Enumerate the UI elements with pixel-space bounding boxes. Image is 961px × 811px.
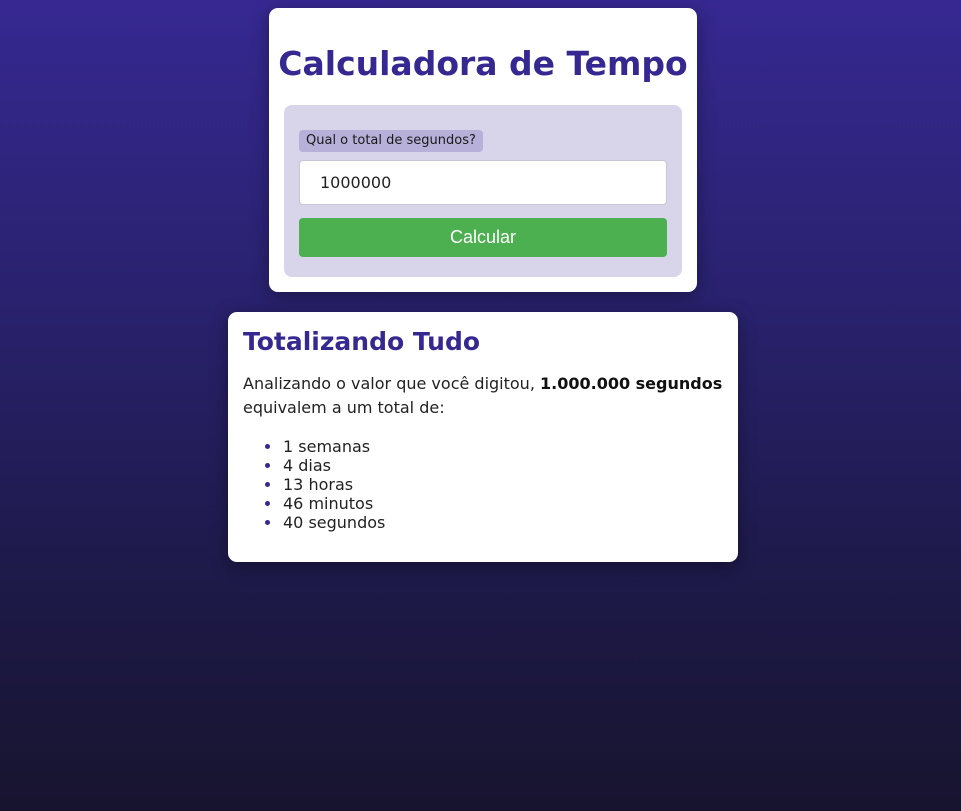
calculate-button[interactable]: Calcular	[299, 218, 667, 257]
result-outro: equivalem a um total de:	[243, 398, 445, 417]
result-description: Analizando o valor que você digitou, 1.0…	[243, 372, 728, 420]
result-item-days: 4 dias	[264, 456, 385, 475]
page-title: Calculadora de Tempo	[278, 44, 688, 83]
result-card: Totalizando Tudo Analizando o valor que …	[228, 312, 738, 562]
result-title: Totalizando Tudo	[243, 327, 481, 356]
seconds-input[interactable]	[299, 160, 667, 205]
result-highlight: 1.000.000 segundos	[540, 374, 723, 393]
result-item-hours: 13 horas	[264, 475, 385, 494]
calculator-card: Calculadora de Tempo Qual o total de seg…	[269, 8, 697, 292]
result-item-minutes: 46 minutos	[264, 494, 385, 513]
result-list: 1 semanas 4 dias 13 horas 46 minutos 40 …	[264, 437, 386, 532]
calculator-form: Qual o total de segundos? Calcular	[284, 105, 682, 277]
result-item-weeks: 1 semanas	[264, 437, 385, 456]
result-intro: Analizando o valor que você digitou,	[243, 374, 540, 393]
result-item-seconds: 40 segundos	[264, 513, 386, 532]
seconds-label: Qual o total de segundos?	[299, 130, 483, 152]
